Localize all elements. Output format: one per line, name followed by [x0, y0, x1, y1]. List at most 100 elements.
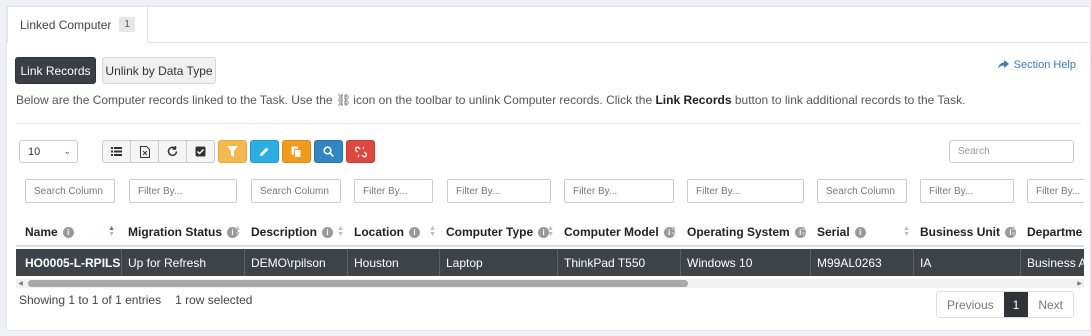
filter-department[interactable]: Filter By... — [1027, 179, 1084, 203]
filter-serial[interactable]: Search Column — [817, 179, 907, 203]
filter-name[interactable]: Search Column — [25, 179, 115, 203]
column-header-business-unit[interactable]: Business Unit i ▲ ▼ — [914, 217, 1021, 247]
sort-icon: ▲ ▼ — [547, 225, 554, 238]
column-label: Operating System — [687, 225, 790, 239]
intro-part2: icon on the toolbar to unlink Computer r… — [353, 93, 653, 107]
export-excel-button[interactable] — [130, 140, 159, 163]
unlink-button[interactable] — [346, 140, 375, 163]
previous-page-button[interactable]: Previous — [936, 292, 1004, 317]
filter-computer-type[interactable]: Filter By... — [447, 179, 551, 203]
copy-button[interactable] — [282, 140, 311, 163]
intro-part1: Below are the Computer records linked to… — [16, 93, 333, 107]
tab-linked-computer[interactable]: Linked Computer 1 — [7, 7, 148, 43]
column-label: Business Unit — [920, 225, 1001, 239]
filter-button[interactable] — [218, 140, 247, 163]
column-header-name[interactable]: Name i ▲ ▼ — [19, 217, 119, 247]
column-header-computer-type[interactable]: Computer Type i ▲ ▼ — [440, 217, 558, 247]
page-length-value: 10 — [28, 145, 41, 158]
cell-location: Houston — [348, 249, 440, 276]
scroll-left-icon[interactable]: ◀ — [16, 279, 25, 288]
check-square-icon — [195, 146, 206, 157]
linked-computer-panel: Linked Computer 1 Link Records Unlink by… — [6, 6, 1091, 331]
column-header-computer-model[interactable]: Computer Model i ▲ ▼ — [558, 217, 681, 247]
intro-link-records: Link Records — [655, 93, 732, 107]
cell-name: HO0005-L-RPILS — [19, 249, 122, 276]
search-icon — [323, 146, 334, 157]
column-label: Migration Status — [128, 225, 223, 239]
unlink-inline-icon: ⛓ — [335, 93, 352, 107]
unlink-icon — [354, 146, 367, 157]
sort-icon: ▲ ▼ — [1010, 225, 1017, 238]
filter-migration-status[interactable]: Filter By... — [129, 179, 237, 203]
cell-operating-system: Windows 10 — [681, 249, 811, 276]
column-header-description[interactable]: Description i ▲ ▼ — [245, 217, 348, 247]
chevron-down-icon: ⌄ — [63, 146, 71, 156]
horizontal-scrollbar[interactable]: ◀ ▶ — [16, 279, 1084, 288]
unlink-by-data-type-button[interactable]: Unlink by Data Type — [102, 57, 216, 84]
cell-department: Business A — [1027, 255, 1084, 270]
filter-computer-model[interactable]: Filter By... — [564, 179, 674, 203]
column-label: Computer Model — [564, 225, 659, 239]
intro-text: Below are the Computer records linked to… — [16, 93, 965, 107]
list-icon — [111, 147, 122, 156]
filter-location[interactable]: Filter By... — [354, 179, 433, 203]
column-header-serial[interactable]: Serial i ▲ ▼ — [811, 217, 914, 247]
page-1-button[interactable]: 1 — [1003, 292, 1029, 317]
section-help-link[interactable]: Section Help — [997, 59, 1076, 71]
info-icon: i — [322, 226, 334, 238]
table-row[interactable]: HO0005-L-RPILS Up for Refresh DEMO\rpils… — [16, 249, 1084, 276]
list-view-button[interactable] — [102, 140, 131, 163]
next-page-button[interactable]: Next — [1028, 292, 1073, 317]
column-header-department[interactable]: Departme — [1021, 217, 1084, 247]
share-icon — [997, 60, 1009, 69]
sort-icon: ▲ ▼ — [429, 225, 436, 238]
sort-icon: ▲ ▼ — [234, 225, 241, 238]
cell-serial: M99AL0263 — [811, 249, 914, 276]
sort-icon: ▲ ▼ — [670, 225, 677, 238]
search-input[interactable]: Search — [949, 140, 1074, 163]
page-length-select[interactable]: 10 ⌄ — [19, 140, 78, 163]
column-label: Name — [25, 225, 58, 239]
filter-business-unit[interactable]: Filter By... — [920, 179, 1014, 203]
filter-operating-system[interactable]: Filter By... — [687, 179, 804, 203]
sort-icon: ▲ ▼ — [903, 225, 910, 238]
tab-label: Linked Computer — [20, 17, 112, 32]
filter-description[interactable]: Search Column — [251, 179, 341, 203]
filter-icon — [227, 146, 238, 157]
sort-icon: ▲ ▼ — [108, 225, 115, 238]
column-label: Serial — [817, 225, 850, 239]
tab-bar: Linked Computer 1 — [7, 7, 1090, 43]
sort-icon: ▲ ▼ — [800, 225, 807, 238]
copy-icon — [291, 146, 302, 158]
edit-button[interactable] — [250, 140, 279, 163]
info-icon: i — [62, 226, 74, 238]
refresh-icon — [167, 146, 178, 157]
select-all-button[interactable] — [186, 140, 215, 163]
tab-count-badge: 1 — [119, 17, 135, 32]
column-label: Computer Type — [446, 225, 534, 239]
scroll-right-icon[interactable]: ▶ — [1075, 279, 1084, 288]
column-label: Location — [354, 225, 404, 239]
column-label: Description — [251, 225, 318, 239]
table-info: Showing 1 to 1 of 1 entries 1 row select… — [19, 293, 252, 307]
column-header-migration-status[interactable]: Migration Status i ▲ ▼ — [122, 217, 245, 247]
cell-migration-status: Up for Refresh — [122, 249, 245, 276]
column-header-location[interactable]: Location i ▲ ▼ — [348, 217, 440, 247]
export-excel-icon — [139, 145, 150, 158]
pagination: Previous 1 Next — [935, 291, 1074, 318]
cell-business-unit: IA — [914, 249, 1021, 276]
info-icon: i — [409, 226, 420, 238]
cell-computer-type: Laptop — [440, 249, 558, 276]
column-label: Departme — [1027, 225, 1083, 239]
cell-description: DEMO\rpilson — [245, 249, 348, 276]
refresh-button[interactable] — [158, 140, 187, 163]
scrollbar-thumb[interactable] — [28, 280, 688, 287]
link-records-button[interactable]: Link Records — [15, 57, 96, 84]
divider — [16, 123, 1081, 124]
edit-icon — [260, 147, 269, 156]
column-header-operating-system[interactable]: Operating System i ▲ ▼ — [681, 217, 811, 247]
info-icon: i — [854, 226, 866, 238]
search-records-button[interactable] — [314, 140, 343, 163]
records-table: Search Column Filter By... Search Column… — [16, 173, 1084, 283]
entries-info: Showing 1 to 1 of 1 entries — [19, 293, 162, 307]
